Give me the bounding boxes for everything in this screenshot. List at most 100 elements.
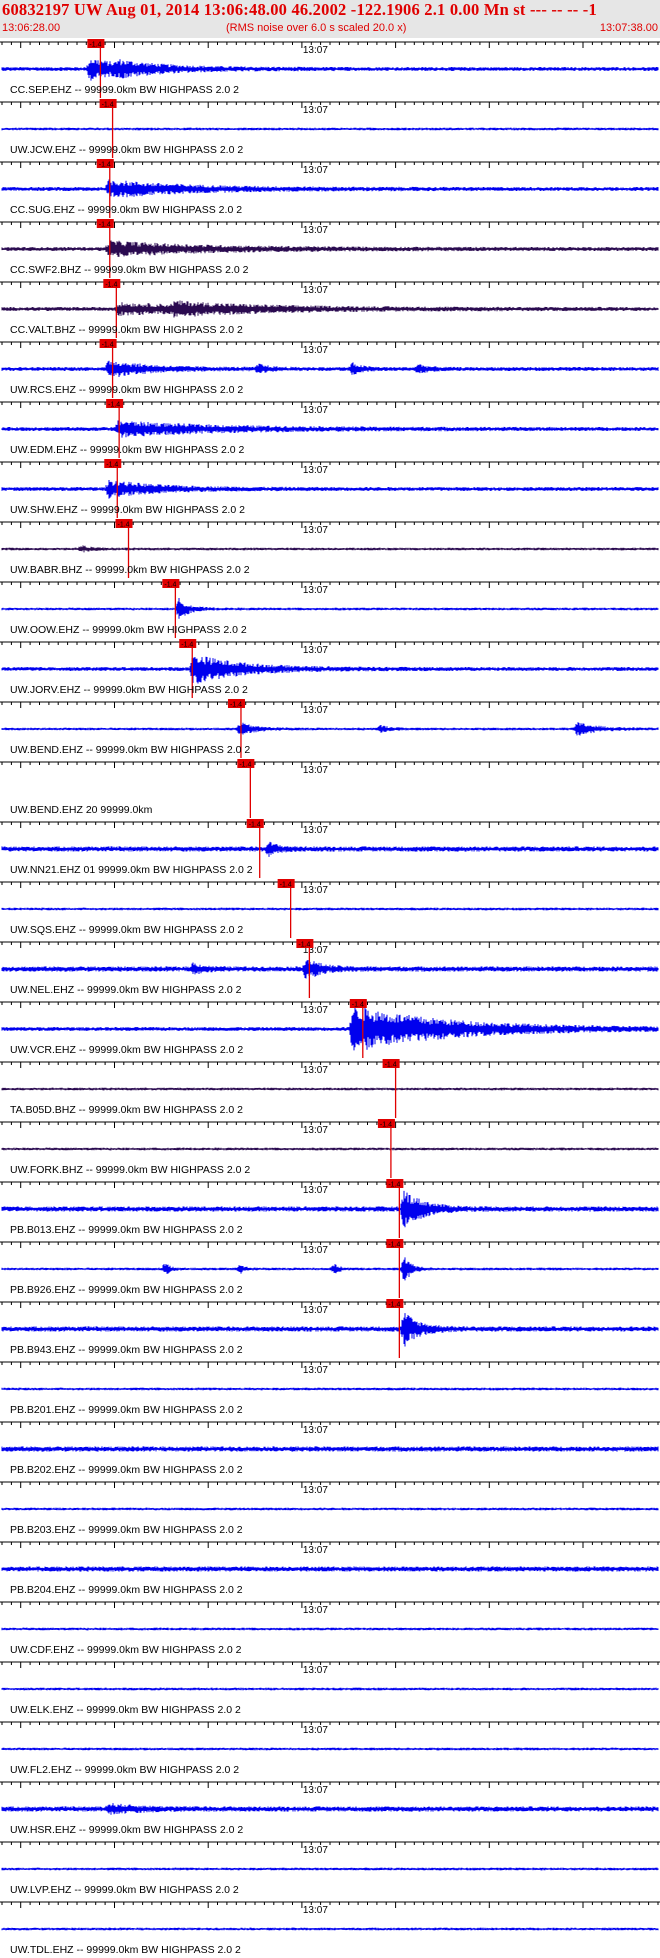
axis-tick xyxy=(1,702,659,708)
pick-label: -1.4 xyxy=(99,222,111,229)
minute-label: 13:07 xyxy=(303,1725,328,1736)
station-label: UW.BEND.EHZ 20 99999.0km xyxy=(10,804,153,816)
minute-label: 13:07 xyxy=(303,1665,328,1676)
pick-label: -1.4 xyxy=(239,762,251,769)
pick-label: -1.4 xyxy=(181,642,193,649)
minute-label: 13:07 xyxy=(303,1005,328,1016)
waveform xyxy=(1,1687,659,1691)
waveform xyxy=(1,907,659,911)
pick-label: -1.4 xyxy=(105,282,117,289)
axis-tick xyxy=(1,882,659,888)
station-label: UW.FL2.EHZ -- 99999.0km BW HIGHPASS 2.0 … xyxy=(10,1764,239,1776)
axis-tick xyxy=(1,1782,659,1788)
minute-label: 13:07 xyxy=(303,705,328,716)
station-label: PB.B926.EHZ -- 99999.0km BW HIGHPASS 2.0… xyxy=(10,1284,243,1296)
waveform xyxy=(1,1566,659,1572)
waveform xyxy=(1,1147,659,1151)
minute-label: 13:07 xyxy=(303,1365,328,1376)
axis-tick xyxy=(1,522,659,528)
pick-label: -1.4 xyxy=(106,462,118,469)
station-label: UW.CDF.EHZ -- 99999.0km BW HIGHPASS 2.0 … xyxy=(10,1644,242,1656)
pick-label: -1.4 xyxy=(89,42,101,49)
waveform xyxy=(1,960,659,979)
minute-label: 13:07 xyxy=(303,1485,328,1496)
axis-tick xyxy=(1,1062,659,1068)
minute-label: 13:07 xyxy=(303,1065,328,1076)
minute-label: 13:07 xyxy=(303,585,328,596)
pick-label: -1.4 xyxy=(352,1002,364,1009)
header-bar: 60832197 UW Aug 01, 2014 13:06:48.00 46.… xyxy=(0,0,660,38)
station-label: CC.SWF2.BHZ -- 99999.0km BW HIGHPASS 2.0… xyxy=(10,264,249,276)
station-label: UW.VCR.EHZ -- 99999.0km BW HIGHPASS 2.0 … xyxy=(10,1044,243,1056)
axis-tick xyxy=(1,1122,659,1128)
station-label: UW.NEL.EHZ -- 99999.0km BW HIGHPASS 2.0 … xyxy=(10,984,242,996)
pick-label: -1.4 xyxy=(388,1302,400,1309)
pick-label: -1.4 xyxy=(280,882,292,889)
waveform xyxy=(1,1087,659,1091)
waveform xyxy=(1,1867,659,1871)
minute-label: 13:07 xyxy=(303,765,328,776)
station-label: PB.B203.EHZ -- 99999.0km BW HIGHPASS 2.0… xyxy=(10,1524,243,1536)
start-time: 13:06:28.00 xyxy=(2,22,61,34)
axis-tick xyxy=(1,1722,659,1728)
axis-tick xyxy=(1,1482,659,1488)
waveform xyxy=(1,127,659,131)
waveform xyxy=(1,1313,659,1347)
station-label: UW.NN21.EHZ 01 99999.0km BW HIGHPASS 2.0… xyxy=(10,864,253,876)
minute-label: 13:07 xyxy=(303,465,328,476)
waveform xyxy=(1,1803,659,1815)
pick-label: -1.4 xyxy=(108,402,120,409)
minute-label: 13:07 xyxy=(303,345,328,356)
station-label: PB.B202.EHZ -- 99999.0km BW HIGHPASS 2.0… xyxy=(10,1464,243,1476)
waveform xyxy=(1,179,659,198)
axis-tick xyxy=(1,402,659,408)
axis-tick xyxy=(1,1902,659,1908)
minute-label: 13:07 xyxy=(303,1785,328,1796)
station-label: UW.FORK.BHZ -- 99999.0km BW HIGHPASS 2.0… xyxy=(10,1164,250,1176)
minute-label: 13:07 xyxy=(303,525,328,536)
minute-label: 13:07 xyxy=(303,1905,328,1916)
waveform xyxy=(1,1927,659,1931)
end-time: 13:07:38.00 xyxy=(599,22,658,34)
minute-label: 13:07 xyxy=(303,45,328,56)
waveform xyxy=(1,841,659,857)
minute-label: 13:07 xyxy=(303,1605,328,1616)
station-label: PB.B201.EHZ -- 99999.0km BW HIGHPASS 2.0… xyxy=(10,1404,243,1416)
event-title: 60832197 UW Aug 01, 2014 13:06:48.00 46.… xyxy=(2,0,597,19)
minute-label: 13:07 xyxy=(303,1245,328,1256)
station-label: UW.BABR.BHZ -- 99999.0km BW HIGHPASS 2.0… xyxy=(10,564,250,576)
pick-label: -1.4 xyxy=(249,822,261,829)
station-label: UW.BEND.EHZ -- 99999.0km BW HIGHPASS 2.0… xyxy=(10,744,250,756)
minute-label: 13:07 xyxy=(303,1185,328,1196)
minute-label: 13:07 xyxy=(303,105,328,116)
pick-label: -1.4 xyxy=(230,702,242,709)
minute-label: 13:07 xyxy=(303,1305,328,1316)
minute-label: 13:07 xyxy=(303,285,328,296)
station-label: UW.LVP.EHZ -- 99999.0km BW HIGHPASS 2.0 … xyxy=(10,1884,239,1896)
station-label: UW.TDL.EHZ -- 99999.0km BW HIGHPASS 2.0 … xyxy=(10,1944,241,1956)
axis-tick xyxy=(1,1182,659,1188)
axis-tick xyxy=(1,462,659,468)
waveform xyxy=(1,1190,659,1228)
minute-label: 13:07 xyxy=(303,825,328,836)
waveform xyxy=(1,1747,659,1751)
waveform xyxy=(1,1446,659,1452)
pick-label: -1.4 xyxy=(102,102,114,109)
axis-tick xyxy=(1,822,659,828)
station-label: UW.EDM.EHZ -- 99999.0km BW HIGHPASS 2.0 … xyxy=(10,444,245,456)
waveform xyxy=(1,722,659,736)
axis-tick xyxy=(1,762,659,768)
waveform xyxy=(1,300,659,318)
waveform xyxy=(1,1257,659,1281)
station-label: PB.B204.EHZ -- 99999.0km BW HIGHPASS 2.0… xyxy=(10,1584,243,1596)
pick-label: -1.4 xyxy=(388,1182,400,1189)
axis-tick xyxy=(1,1842,659,1848)
waveform xyxy=(1,1387,659,1391)
waveform xyxy=(1,360,659,377)
pick-label: -1.4 xyxy=(102,342,114,349)
axis-tick xyxy=(1,1602,659,1608)
station-label: PB.B943.EHZ -- 99999.0km BW HIGHPASS 2.0… xyxy=(10,1344,243,1356)
pick-label: -1.4 xyxy=(388,1242,400,1249)
minute-label: 13:07 xyxy=(303,885,328,896)
axis-tick xyxy=(1,942,659,948)
